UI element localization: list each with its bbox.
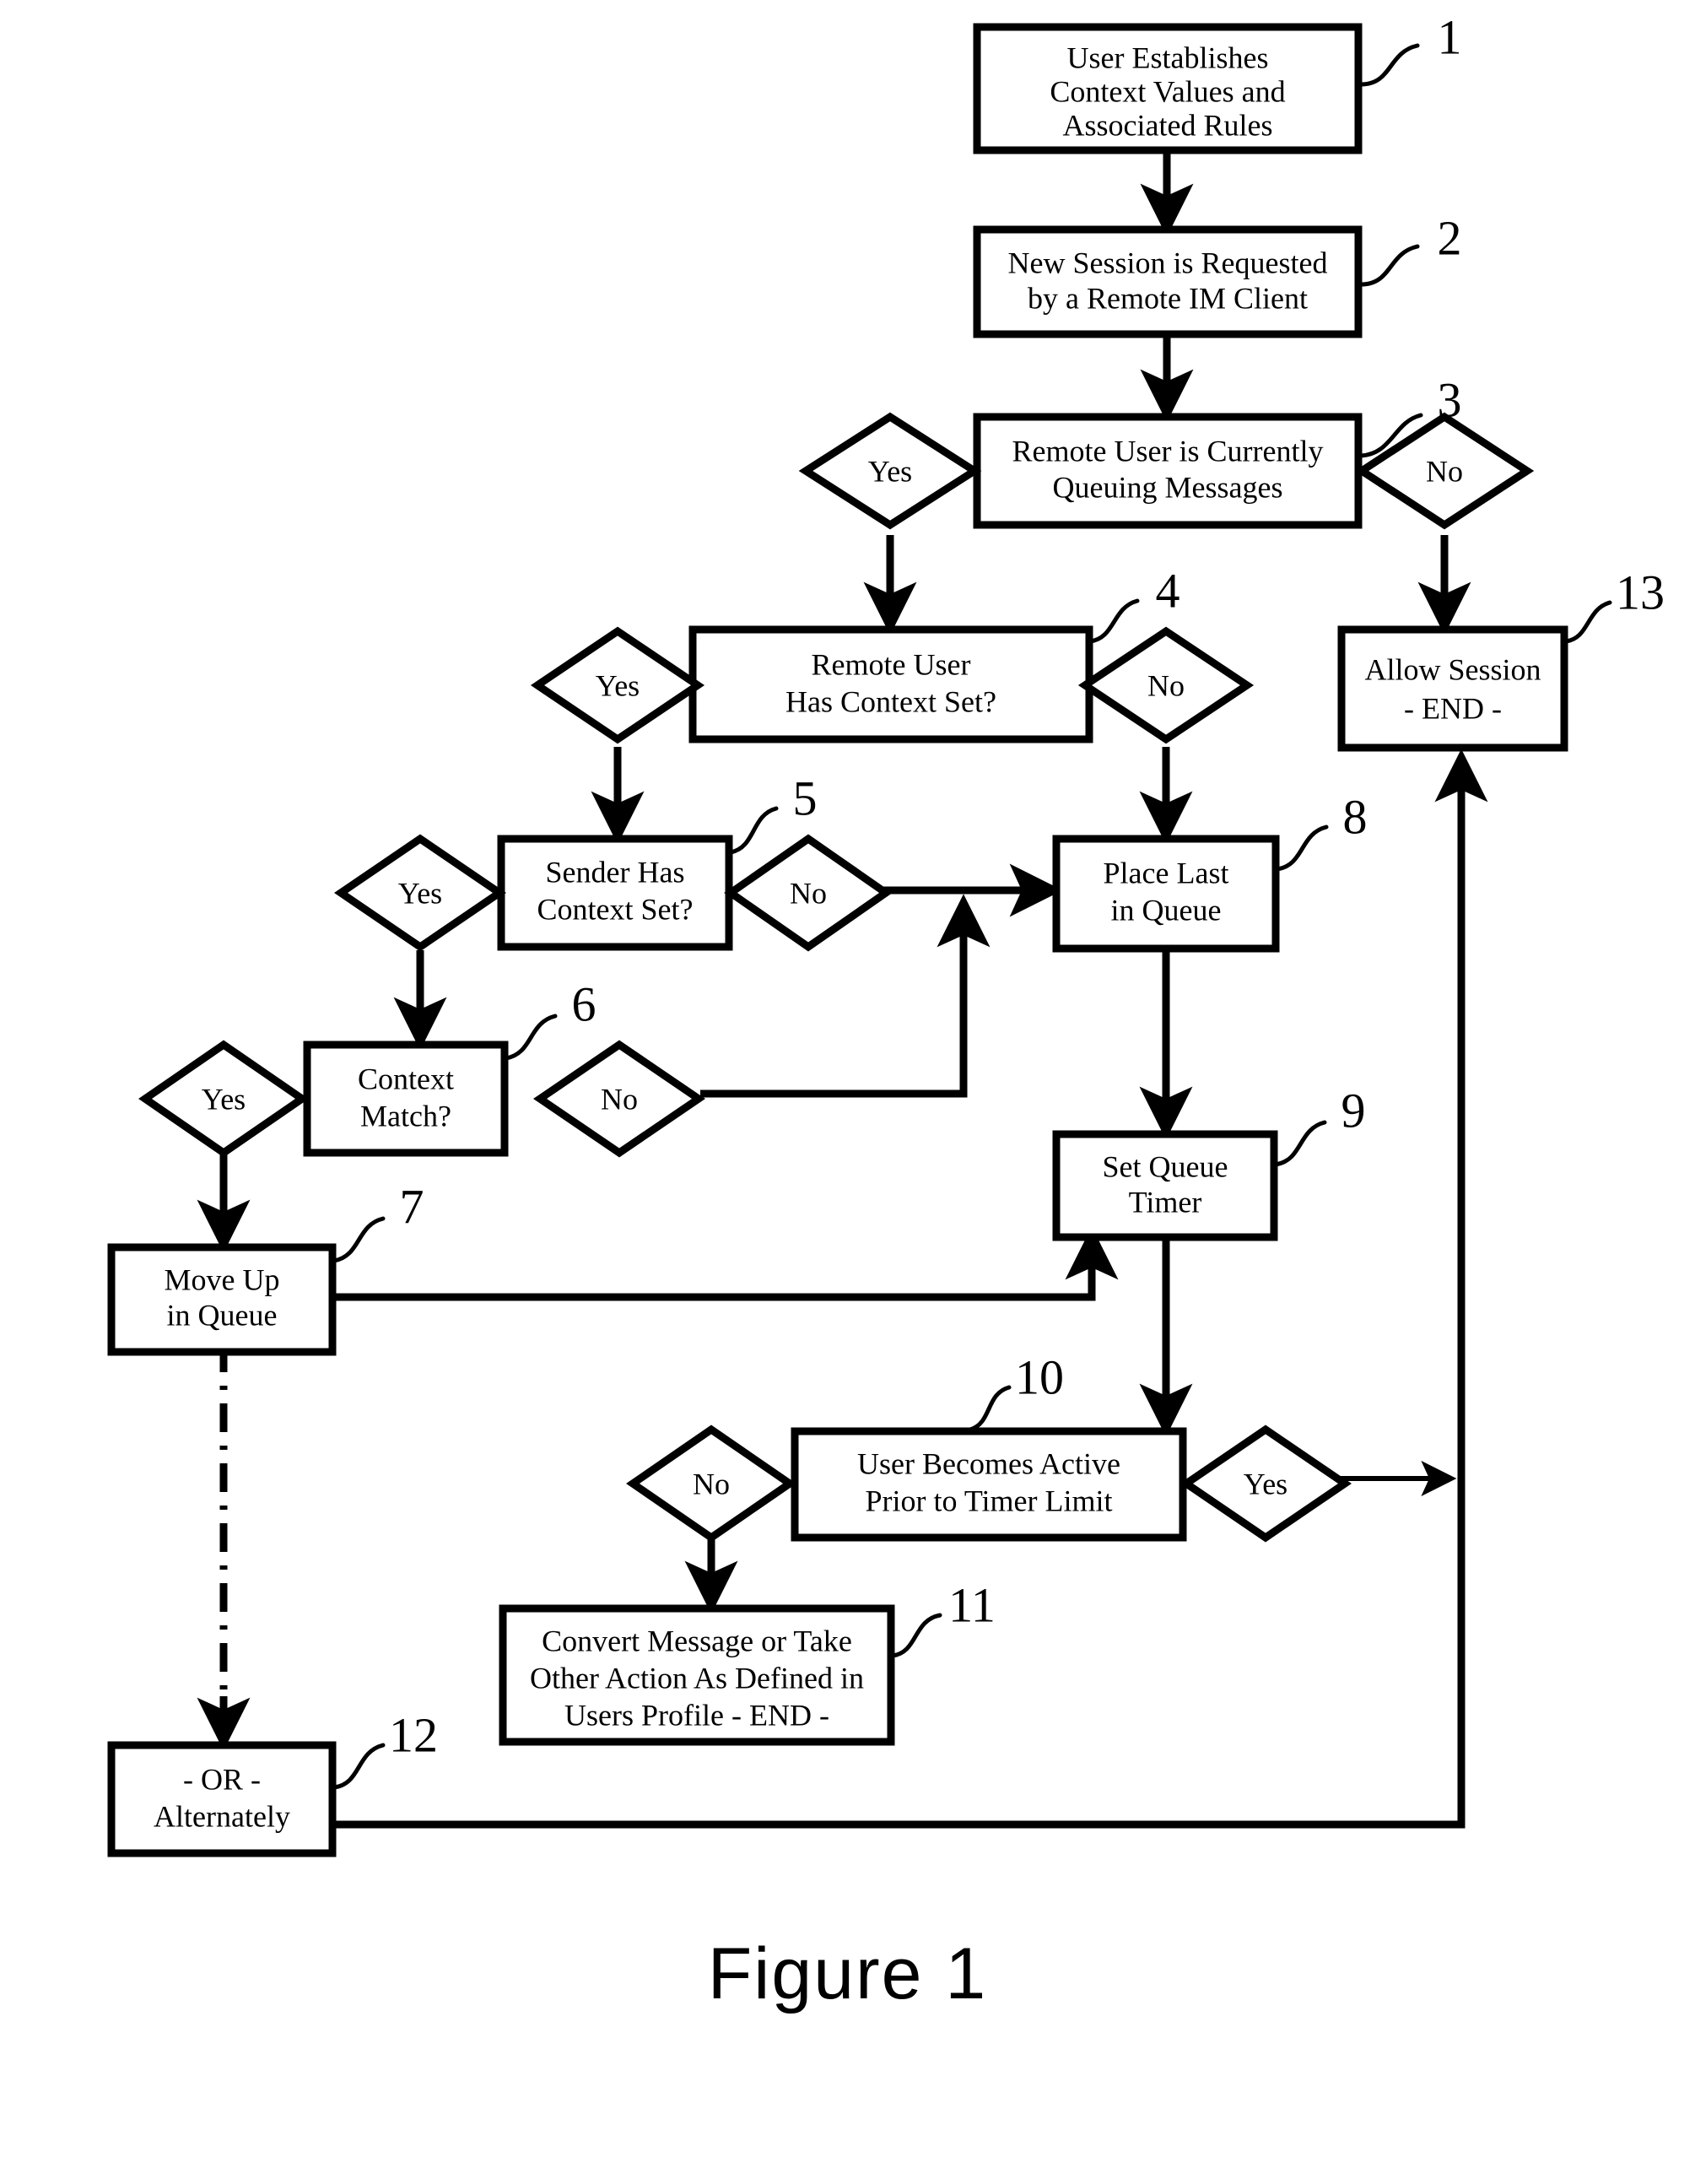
node-1-user-establishes-context[interactable]: User Establishes Context Values and Asso…	[973, 9, 1462, 154]
node-9-set-queue-timer[interactable]: Set Queue Timer 9	[1052, 1083, 1366, 1241]
node-5-line-1: Sender Has	[546, 855, 685, 889]
node-13-line-1: Allow Session	[1364, 652, 1541, 686]
node-5-line-2: Context Set?	[537, 892, 694, 926]
ref-numeral-2: 2	[1438, 210, 1462, 265]
node-12-or-alternately[interactable]: - OR - Alternately 12	[107, 1707, 438, 1857]
node-13-allow-session-end[interactable]: Allow Session - END - 13	[1337, 565, 1665, 752]
node-2-line-2: by a Remote IM Client	[1028, 281, 1308, 315]
node-11-line-3: Users Profile - END -	[564, 1698, 829, 1732]
ref-numeral-7: 7	[400, 1179, 424, 1234]
decision-10-yes[interactable]: Yes	[1179, 1424, 1352, 1543]
node-10-user-becomes-active[interactable]: User Becomes Active Prior to Timer Limit…	[791, 1349, 1187, 1542]
ref-numeral-5: 5	[793, 770, 818, 825]
ref-numeral-13: 13	[1616, 565, 1665, 619]
node-6-line-2: Match?	[360, 1099, 451, 1133]
decision-10-yes-label: Yes	[1244, 1467, 1287, 1500]
flowchart-canvas: User Establishes Context Values and Asso…	[107, 9, 1665, 1857]
node-6-line-1: Context	[358, 1062, 454, 1095]
node-7-line-2: in Queue	[167, 1298, 278, 1332]
decision-5-no[interactable]: No	[724, 834, 893, 952]
node-9-line-1: Set Queue	[1103, 1149, 1228, 1183]
decision-4-yes[interactable]: Yes	[530, 626, 705, 744]
node-7-line-1: Move Up	[165, 1262, 280, 1296]
node-8-line-1: Place Last	[1104, 856, 1229, 889]
node-13-line-2: - END -	[1404, 691, 1502, 725]
node-10-line-1: User Becomes Active	[857, 1446, 1120, 1480]
figure-caption: Figure 1	[707, 1933, 988, 2014]
node-8-line-2: in Queue	[1111, 893, 1222, 927]
decision-4-no[interactable]: No	[1077, 626, 1255, 744]
node-9-line-2: Timer	[1129, 1185, 1202, 1219]
node-2-line-1: New Session is Requested	[1008, 246, 1328, 279]
decision-10-no-label: No	[693, 1467, 730, 1500]
figure-page: User Establishes Context Values and Asso…	[0, 0, 1695, 2184]
node-12-line-1: - OR -	[183, 1762, 261, 1796]
decision-5-yes-label: Yes	[398, 876, 442, 910]
node-4-line-1: Remote User	[812, 647, 971, 681]
decision-4-no-label: No	[1147, 668, 1185, 702]
node-2-new-session-requested[interactable]: New Session is Requested by a Remote IM …	[973, 210, 1462, 338]
decision-4-yes-label: Yes	[596, 668, 640, 702]
decision-5-no-label: No	[790, 876, 827, 910]
ref-numeral-12: 12	[389, 1707, 438, 1762]
node-7-move-up-in-queue[interactable]: Move Up in Queue 7	[107, 1179, 424, 1356]
node-1-line-2: Context Values and	[1050, 74, 1285, 108]
node-11-line-2: Other Action As Defined in	[530, 1661, 864, 1695]
node-12-line-2: Alternately	[154, 1799, 290, 1833]
ref-numeral-9: 9	[1341, 1083, 1366, 1138]
decision-6-yes[interactable]: Yes	[138, 1040, 309, 1158]
ref-numeral-11: 11	[948, 1577, 996, 1632]
node-1-line-3: Associated Rules	[1063, 108, 1273, 142]
decision-6-no-label: No	[601, 1082, 638, 1116]
node-11-line-1: Convert Message or Take	[542, 1624, 852, 1657]
decision-3-yes-label: Yes	[868, 454, 912, 488]
node-4-line-2: Has Context Set?	[785, 684, 996, 718]
decision-5-yes[interactable]: Yes	[334, 834, 506, 952]
node-11-convert-message-end[interactable]: Convert Message or Take Other Action As …	[499, 1577, 996, 1746]
decision-6-no[interactable]: No	[533, 1040, 705, 1158]
decision-3-no-label: No	[1426, 454, 1463, 488]
node-6-context-match[interactable]: Context Match? 6	[303, 976, 596, 1157]
ref-numeral-1: 1	[1438, 9, 1462, 64]
node-8-place-last-in-queue[interactable]: Place Last in Queue 8	[1052, 789, 1368, 953]
decision-3-yes[interactable]: Yes	[798, 412, 982, 530]
node-3-line-2: Queuing Messages	[1053, 470, 1283, 504]
decision-6-yes-label: Yes	[202, 1082, 246, 1116]
node-4-remote-user-has-context-set[interactable]: Remote User Has Context Set? 4	[688, 563, 1180, 743]
decision-10-no[interactable]: No	[626, 1424, 796, 1543]
ref-numeral-10: 10	[1015, 1349, 1064, 1404]
node-3-line-1: Remote User is Currently	[1012, 434, 1324, 468]
ref-numeral-8: 8	[1343, 789, 1368, 844]
edge-7-to-9	[335, 1226, 1119, 1301]
decision-3-no[interactable]: No	[1354, 412, 1535, 530]
node-1-line-1: User Establishes	[1067, 41, 1269, 74]
node-10-line-2: Prior to Timer Limit	[865, 1484, 1112, 1517]
ref-numeral-6: 6	[572, 976, 596, 1031]
ref-numeral-4: 4	[1156, 563, 1180, 618]
